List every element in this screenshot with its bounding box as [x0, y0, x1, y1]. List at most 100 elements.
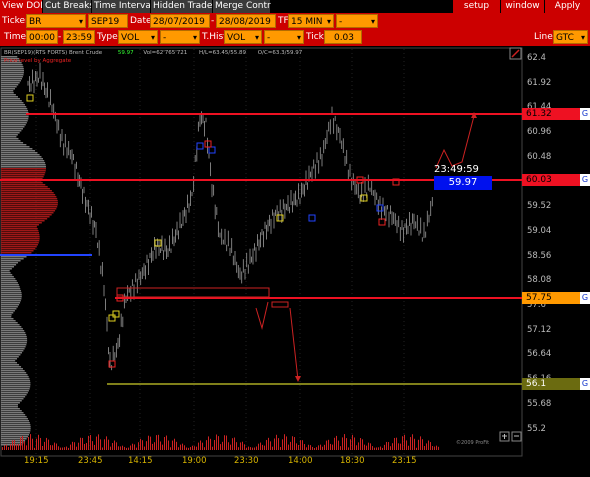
volume-bar — [90, 434, 91, 450]
tick-field[interactable]: 0.03 — [324, 30, 362, 44]
window-button[interactable]: window — [500, 0, 544, 13]
profile-bar — [1, 78, 23, 80]
volume-bar — [20, 437, 21, 450]
profile-bar — [1, 252, 32, 254]
line-select[interactable]: GTC ▾ — [553, 30, 588, 44]
tf-value: 15 MIN — [291, 17, 323, 27]
volume-bar — [184, 445, 185, 450]
apply-button[interactable]: Apply — [544, 0, 590, 13]
level-g-button[interactable]: G — [580, 378, 590, 390]
profile-bar — [1, 410, 22, 412]
profile-bar — [1, 346, 26, 348]
thist-extra-select[interactable]: - ▾ — [264, 30, 304, 44]
tab-time-interval[interactable]: Time Interval — [91, 0, 153, 13]
volume-bar — [298, 444, 299, 450]
volume-bar — [350, 439, 351, 450]
level-g-button[interactable]: G — [580, 292, 590, 304]
profile-bar — [1, 316, 12, 318]
time-to-field[interactable]: 23:59 — [63, 30, 95, 44]
volume-bar — [48, 439, 49, 450]
profile-bar — [1, 292, 22, 294]
volume-bar — [112, 443, 113, 450]
profile-bar — [1, 364, 20, 366]
red-v-mark — [255, 301, 269, 330]
volume-bar — [336, 435, 337, 450]
volume-bar — [248, 446, 249, 450]
volume-bar — [282, 439, 283, 450]
level-g-button[interactable]: G — [580, 174, 590, 186]
profile-bar — [1, 218, 48, 220]
volume-bar — [244, 444, 245, 450]
level-box-57-75[interactable]: 57.75 — [522, 292, 586, 304]
chevron-down-icon: ▾ — [296, 33, 301, 42]
type-select[interactable]: VOL ▾ — [118, 30, 158, 44]
level-box-61-32[interactable]: 61.32 — [522, 108, 586, 120]
time-from-field[interactable]: 00:00 — [26, 30, 58, 44]
level-box-56-1[interactable]: 56.1 — [522, 378, 586, 390]
volume-bar — [406, 440, 407, 450]
volume-bar — [94, 444, 95, 450]
chart-area[interactable]: BR(SEP19)(RTS FORTS) Brent Crude 59.97 V… — [0, 46, 590, 477]
tf-extra-select[interactable]: - ▾ — [336, 14, 378, 28]
volume-bar — [132, 443, 133, 450]
profile-bar — [1, 416, 27, 418]
profile-bar — [1, 192, 54, 194]
profile-bar — [1, 162, 46, 164]
price-tick: 62.4 — [527, 53, 546, 63]
volume-bar — [294, 437, 295, 450]
profile-bar — [1, 194, 56, 196]
profile-bar — [1, 88, 15, 90]
volume-bar — [82, 437, 83, 450]
date-separator: - — [211, 16, 215, 26]
volume-bar — [104, 439, 105, 450]
tab-view-dom[interactable]: View DOM — [0, 0, 48, 13]
profile-bar — [1, 214, 52, 216]
volume-bar — [330, 443, 331, 450]
volume-bar — [116, 442, 117, 450]
profile-bar — [1, 166, 47, 168]
setup-button[interactable]: setup — [452, 0, 500, 13]
thist-select[interactable]: VOL ▾ — [224, 30, 262, 44]
volume-bar — [250, 447, 251, 450]
type-extra-value: - — [163, 33, 167, 43]
volume-bar — [50, 445, 51, 450]
high-low-text: H/L=63.45/55.89 — [199, 50, 247, 56]
volume-bar — [228, 442, 229, 450]
profile-bar — [1, 160, 45, 162]
profile-bar — [1, 244, 38, 246]
profile-bar — [1, 430, 31, 432]
date-from-field[interactable]: 28/07/2019 — [150, 14, 210, 28]
type-extra-select[interactable]: - ▾ — [160, 30, 200, 44]
date-to-field[interactable]: 28/08/2019 — [216, 14, 276, 28]
profile-bar — [1, 134, 18, 136]
profile-bar — [1, 220, 45, 222]
level-box-60-03[interactable]: 60.03 — [522, 174, 586, 186]
red-up-projection — [435, 115, 475, 169]
volume-bar — [62, 447, 63, 450]
time-label: Time — [4, 32, 27, 42]
profile-bar — [1, 126, 25, 128]
level-g-button[interactable]: G — [580, 108, 590, 120]
ticker-select[interactable]: BR ▾ — [26, 14, 86, 28]
volume-bar — [136, 447, 137, 450]
time-tick: 19:15 — [24, 456, 49, 466]
chevron-down-icon: ▾ — [192, 33, 197, 42]
volume-bar — [320, 444, 321, 450]
volume-bar — [134, 444, 135, 450]
profile-bar — [1, 122, 27, 124]
tab-cut-breaks[interactable]: Cut Breaks — [42, 0, 94, 13]
volume-bar — [354, 437, 355, 450]
volume-bar — [174, 438, 175, 450]
volume-bar — [80, 437, 81, 450]
volume-bar — [108, 439, 109, 450]
profile-bar — [1, 242, 39, 244]
volume-bar — [220, 444, 221, 450]
profile-bar — [1, 228, 38, 230]
tab-merge-contr[interactable]: Merge Contr — [212, 0, 271, 13]
tf-select[interactable]: 15 MIN ▾ — [288, 14, 334, 28]
contract-field[interactable]: SEP19 — [88, 14, 128, 28]
tab-hidden-trades[interactable]: Hidden Trades — [150, 0, 217, 13]
profile-bar — [1, 404, 19, 406]
profile-bar — [1, 138, 19, 140]
profile-bar — [1, 230, 39, 232]
